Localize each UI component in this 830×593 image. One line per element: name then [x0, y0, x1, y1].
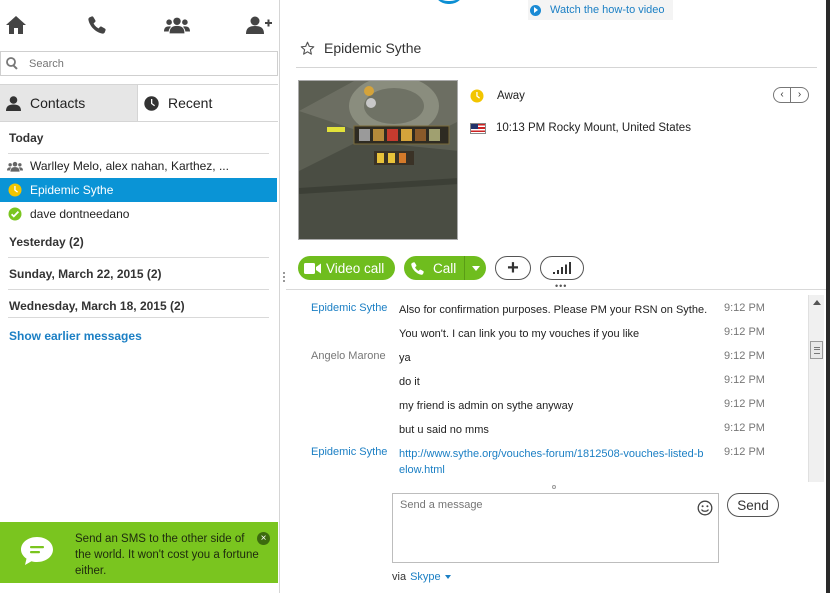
page-title: Epidemic Sythe [324, 40, 422, 56]
scroll-up-arrow[interactable] [809, 295, 824, 310]
message-text: http://www.sythe.org/vouches-forum/18125… [399, 446, 709, 478]
message-input[interactable] [400, 499, 690, 557]
contacts-recent-tabs: Contacts Recent [0, 84, 278, 122]
section-today: Today [9, 131, 44, 145]
message-text: Also for confirmation purposes. Please P… [399, 304, 708, 316]
phone-icon[interactable] [84, 12, 110, 38]
call-label: Call [433, 260, 457, 276]
us-flag-icon [470, 122, 486, 134]
call-button[interactable]: Call [404, 256, 486, 280]
message-time: 9:12 PM [724, 350, 765, 362]
close-icon[interactable]: × [257, 532, 270, 545]
message-text: do it [399, 376, 420, 388]
search-input[interactable] [29, 57, 259, 70]
via-service-dropdown[interactable]: Skype [410, 571, 451, 583]
contact-location: 10:13 PM Rocky Mount, United States [470, 120, 691, 136]
recent-item-label: Warlley Melo, alex nahan, Karthez, ... [30, 159, 229, 173]
contact-profile-picture[interactable] [298, 80, 458, 240]
contact-status: Away [470, 87, 525, 105]
scrollbar-thumb[interactable] [810, 341, 823, 359]
recent-item-label: Epidemic Sythe [30, 183, 114, 197]
message-text: my friend is admin on sythe anyway [399, 400, 574, 412]
tab-recent-label: Recent [168, 95, 213, 111]
window-edge [826, 0, 830, 593]
skype-logo [434, 0, 464, 4]
message-text: You won't. I can link you to my vouches … [399, 328, 640, 340]
section-yesterday[interactable]: Yesterday (2) [9, 235, 84, 249]
divider [286, 289, 830, 290]
message-time: 9:12 PM [724, 446, 765, 458]
phone-icon [411, 261, 424, 275]
message-text: but u said no mms [399, 424, 489, 436]
add-people-button[interactable]: + [495, 256, 531, 280]
message-text: ya [399, 352, 411, 364]
tab-contacts[interactable]: Contacts [0, 85, 138, 121]
via-service-selector: via Skype [392, 571, 451, 583]
sms-promo-banner[interactable]: Send an SMS to the other side of the wor… [0, 522, 278, 583]
message-link[interactable]: http://www.sythe.org/vouches-forum/18125… [399, 448, 704, 476]
location-text: 10:13 PM Rocky Mount, United States [496, 122, 691, 134]
recent-item-epidemic-sythe[interactable]: Epidemic Sythe [0, 178, 277, 202]
star-icon[interactable] [300, 41, 315, 56]
divider [8, 257, 269, 258]
left-pane: Contacts Recent Today Warlley Melo, alex… [0, 0, 280, 593]
tab-recent[interactable]: Recent [138, 85, 278, 121]
profile-nav-arrows: ‹ › [773, 87, 809, 103]
tab-contacts-label: Contacts [30, 95, 86, 111]
howto-video-link[interactable]: Watch the how-to video [528, 0, 673, 20]
status-text: Away [497, 90, 525, 102]
add-contact-icon[interactable] [246, 12, 272, 38]
via-label: via [392, 571, 407, 583]
away-status-icon [470, 89, 484, 103]
divider [8, 317, 269, 318]
message-history: Epidemic Sythe Also for confirmation pur… [286, 295, 808, 481]
howto-label: Watch the how-to video [550, 4, 665, 16]
group-icon[interactable] [164, 12, 190, 38]
play-icon [530, 4, 541, 16]
online-status-icon [7, 206, 23, 222]
chevron-down-icon[interactable] [464, 256, 486, 280]
message-sender[interactable]: Epidemic Sythe [311, 446, 411, 458]
message-time: 9:12 PM [724, 374, 765, 386]
away-status-icon [7, 182, 23, 198]
video-camera-icon [304, 262, 321, 274]
search-icon [6, 57, 18, 70]
section-wednesday[interactable]: Wednesday, March 18, 2015 (2) [9, 299, 185, 313]
group-icon [7, 158, 23, 174]
video-call-button[interactable]: Video call [298, 256, 395, 280]
recent-item-dave[interactable]: dave dontneedano [0, 202, 277, 226]
sms-promo-text: Send an SMS to the other side of the wor… [75, 533, 259, 577]
divider [8, 289, 269, 290]
chevron-right-icon[interactable]: › [791, 88, 808, 102]
section-sunday[interactable]: Sunday, March 22, 2015 (2) [9, 267, 162, 281]
clock-icon [144, 95, 159, 111]
message-sender[interactable]: Angelo Marone [311, 350, 411, 362]
message-time: 9:12 PM [724, 398, 765, 410]
show-earlier-messages-link[interactable]: Show earlier messages [9, 329, 142, 343]
divider [296, 67, 817, 68]
compose-box [392, 493, 719, 563]
message-sender[interactable]: Epidemic Sythe [311, 302, 411, 314]
signal-bars-icon [553, 262, 571, 274]
person-icon [6, 95, 21, 111]
message-time: 9:12 PM [724, 422, 765, 434]
search-box [0, 51, 278, 76]
message-time: 9:12 PM [724, 326, 765, 338]
message-time: 9:12 PM [724, 302, 765, 314]
video-call-label: Video call [326, 260, 385, 276]
emoticon-icon[interactable] [697, 500, 713, 516]
recent-item-label: dave dontneedano [30, 207, 130, 221]
pane-splitter-handle[interactable] [283, 272, 285, 286]
top-nav [0, 0, 280, 50]
recent-item-group[interactable]: Warlley Melo, alex nahan, Karthez, ... [0, 154, 277, 178]
chevron-left-icon[interactable]: ‹ [774, 88, 791, 102]
home-icon[interactable] [3, 12, 29, 38]
call-quality-button[interactable] [540, 256, 584, 280]
conversation-header: Epidemic Sythe [300, 38, 421, 58]
compose-resize-handle[interactable] [552, 485, 556, 489]
send-button[interactable]: Send [727, 493, 779, 517]
sms-chat-icon [20, 536, 54, 566]
conversation-pane: Watch the how-to video Epidemic Sythe Aw… [286, 0, 830, 593]
chat-scrollbar[interactable] [808, 295, 824, 482]
